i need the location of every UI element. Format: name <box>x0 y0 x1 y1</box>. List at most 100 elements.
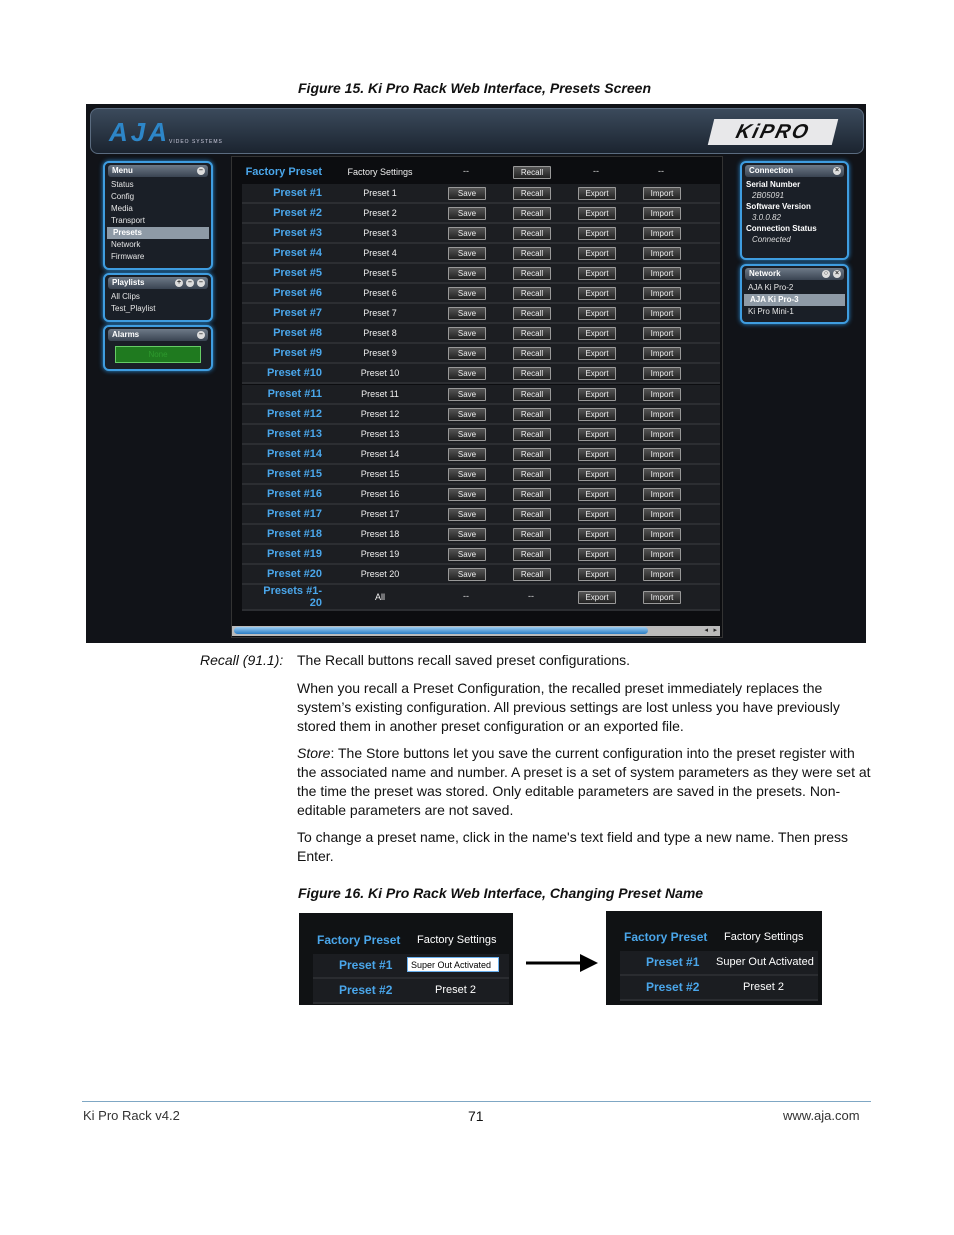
network-device-item[interactable]: AJA Ki Pro-2 <box>742 282 847 294</box>
import-button[interactable]: Import <box>643 507 681 521</box>
import-button[interactable]: Import <box>643 591 681 604</box>
recall-button[interactable]: Recall <box>513 487 551 501</box>
export-button[interactable]: Export <box>578 227 616 241</box>
network-device-item[interactable]: AJA Ki Pro-3 <box>744 294 845 306</box>
import-button[interactable]: Import <box>643 247 681 261</box>
recall-button[interactable]: Recall <box>513 247 551 261</box>
export-button[interactable]: Export <box>578 567 616 581</box>
save-button[interactable]: Save <box>448 287 486 301</box>
preset-name-field[interactable]: Preset 1 <box>332 184 428 202</box>
playlist-item[interactable]: All Clips <box>105 291 211 303</box>
recall-button[interactable]: Recall <box>513 507 551 521</box>
recall-button[interactable]: Recall <box>513 287 551 301</box>
search-icon[interactable]: ○ <box>822 270 830 278</box>
menu-item[interactable]: Media <box>105 203 211 215</box>
save-button[interactable]: Save <box>448 527 486 541</box>
save-button[interactable]: Save <box>448 327 486 341</box>
import-button[interactable]: Import <box>643 307 681 321</box>
menu-item[interactable]: Status <box>105 179 211 191</box>
preset-name-field[interactable]: Preset 5 <box>332 264 428 282</box>
preset-name-field[interactable]: Preset 12 <box>332 405 428 423</box>
import-button[interactable]: Import <box>643 447 681 461</box>
save-button[interactable]: Save <box>448 507 486 521</box>
export-button[interactable]: Export <box>578 427 616 441</box>
save-button[interactable]: Save <box>448 247 486 261</box>
export-button[interactable]: Export <box>578 591 616 604</box>
collapse-icon[interactable]: – <box>197 167 205 175</box>
preset-name-field[interactable]: Preset 3 <box>332 224 428 242</box>
export-button[interactable]: Export <box>578 407 616 421</box>
export-button[interactable]: Export <box>578 507 616 521</box>
export-button[interactable]: Export <box>578 267 616 281</box>
import-button[interactable]: Import <box>643 527 681 541</box>
save-button[interactable]: Save <box>448 227 486 241</box>
recall-button[interactable]: Recall <box>513 367 551 381</box>
import-button[interactable]: Import <box>643 187 681 200</box>
preset-name-field[interactable]: Preset 8 <box>332 324 428 342</box>
export-button[interactable]: Export <box>578 207 616 221</box>
save-button[interactable]: Save <box>448 427 486 441</box>
recall-button[interactable]: Recall <box>513 387 551 401</box>
import-button[interactable]: Import <box>643 387 681 401</box>
network-device-item[interactable]: Ki Pro Mini-1 <box>742 306 847 318</box>
save-button[interactable]: Save <box>448 307 486 321</box>
preset-name-input[interactable]: Super Out Activated <box>407 957 499 972</box>
save-button[interactable]: Save <box>448 547 486 561</box>
preset-name-field[interactable]: Preset 11 <box>332 385 428 403</box>
menu-item[interactable]: Network <box>105 239 211 251</box>
preset-name-field[interactable]: Preset 9 <box>332 344 428 362</box>
recall-button[interactable]: Recall <box>513 267 551 281</box>
scroll-right-icon[interactable]: ▸ <box>713 626 717 634</box>
menu-item[interactable]: Config <box>105 191 211 203</box>
recall-button[interactable]: Recall <box>513 307 551 321</box>
export-button[interactable]: Export <box>578 447 616 461</box>
export-button[interactable]: Export <box>578 307 616 321</box>
save-button[interactable]: Save <box>448 347 486 361</box>
recall-button[interactable]: Recall <box>513 567 551 581</box>
save-button[interactable]: Save <box>448 567 486 581</box>
save-button[interactable]: Save <box>448 187 486 200</box>
preset-name-field[interactable]: Preset 15 <box>332 465 428 483</box>
recall-button[interactable]: Recall <box>513 207 551 221</box>
import-button[interactable]: Import <box>643 567 681 581</box>
save-button[interactable]: Save <box>448 367 486 381</box>
export-button[interactable]: Export <box>578 327 616 341</box>
export-button[interactable]: Export <box>578 347 616 361</box>
preset-name-field[interactable]: Preset 6 <box>332 284 428 302</box>
preset-name-field[interactable]: Preset 19 <box>332 545 428 563</box>
collapse-icon[interactable]: – <box>197 331 205 339</box>
recall-button[interactable]: Recall <box>513 327 551 341</box>
import-button[interactable]: Import <box>643 547 681 561</box>
preset-name-field[interactable]: Preset 13 <box>332 425 428 443</box>
import-button[interactable]: Import <box>643 207 681 221</box>
menu-item[interactable]: Firmware <box>105 251 211 263</box>
preset-name-field[interactable]: Preset 18 <box>332 525 428 543</box>
preset-name-field[interactable]: Preset 7 <box>332 304 428 322</box>
recall-button[interactable]: Recall <box>513 407 551 421</box>
save-button[interactable]: Save <box>448 267 486 281</box>
export-button[interactable]: Export <box>578 487 616 501</box>
recall-button[interactable]: Recall <box>513 547 551 561</box>
import-button[interactable]: Import <box>643 227 681 241</box>
save-button[interactable]: Save <box>448 447 486 461</box>
preset-name-field[interactable]: Preset 17 <box>332 505 428 523</box>
playlist-item[interactable]: Test_Playlist <box>105 303 211 315</box>
save-button[interactable]: Save <box>448 407 486 421</box>
import-button[interactable]: Import <box>643 407 681 421</box>
scroll-left-icon[interactable]: ◂ <box>704 626 708 634</box>
collapse-icon[interactable]: – <box>197 279 205 287</box>
import-button[interactable]: Import <box>643 287 681 301</box>
close-icon[interactable]: × <box>833 270 841 278</box>
preset-name-field[interactable]: Preset 10 <box>332 364 428 382</box>
recall-button[interactable]: Recall <box>513 427 551 441</box>
recall-button[interactable]: Recall <box>513 467 551 481</box>
export-button[interactable]: Export <box>578 247 616 261</box>
remove-icon[interactable]: – <box>186 279 194 287</box>
export-button[interactable]: Export <box>578 387 616 401</box>
preset-name-field[interactable]: Preset 20 <box>332 565 428 583</box>
export-button[interactable]: Export <box>578 367 616 381</box>
export-button[interactable]: Export <box>578 287 616 301</box>
preset-name-field[interactable]: Preset 4 <box>332 244 428 262</box>
preset-name-field[interactable]: Preset 2 <box>332 204 428 222</box>
save-button[interactable]: Save <box>448 487 486 501</box>
